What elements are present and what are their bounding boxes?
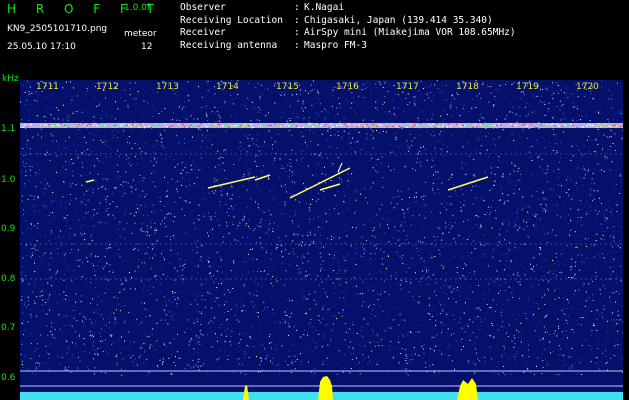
meteor-echo — [289, 167, 351, 199]
info-value: K.Nagai — [304, 2, 345, 13]
activity-peak — [457, 378, 478, 400]
x-tick: 1718 — [456, 82, 479, 92]
info-colon: : — [294, 2, 300, 13]
y-tick: 0.7 — [1, 323, 16, 333]
meteor-echo — [319, 183, 341, 191]
meteor-echo — [447, 176, 489, 191]
x-tick: 1717 — [396, 82, 419, 92]
header-panel: H R O F F T 1.0.0f KN9_2505101710.png me… — [0, 0, 629, 74]
info-key: Receiving Location — [180, 14, 283, 26]
info-value: Maspro FM-3 — [304, 39, 367, 51]
meteor-echo — [337, 162, 343, 173]
frequency-unit-label: kHz — [2, 74, 19, 84]
info-key: Observer — [180, 2, 226, 13]
info-key: Receiver — [180, 27, 226, 39]
x-tick: 1716 — [336, 82, 359, 92]
y-tick: 0.6 — [1, 373, 16, 383]
meteor-count: 12 — [141, 42, 153, 52]
y-tick: 0.8 — [1, 274, 16, 284]
info-row-observer: Observer: K.Nagai — [180, 2, 516, 15]
info-key: Receiving antenna — [180, 39, 278, 51]
observation-info: Observer: K.Nagai Receiving Location: Chig… — [180, 2, 516, 52]
app-version: 1.0.0f — [124, 3, 151, 13]
info-row-location: Receiving Location: Chigasaki, Japan (139… — [180, 15, 516, 28]
x-tick: 1719 — [516, 82, 539, 92]
activity-peak — [318, 376, 333, 400]
info-row-receiver: Receiver: AirSpy mini (Miakejima VOR 108.… — [180, 27, 516, 40]
x-tick: 1713 — [156, 82, 179, 92]
info-colon: : — [294, 27, 300, 39]
info-colon: : — [294, 14, 300, 26]
x-tick: 1715 — [276, 82, 299, 92]
y-tick: 0.9 — [1, 224, 16, 234]
spectrogram — [20, 80, 623, 400]
meteor-echo — [254, 174, 271, 181]
info-value: Chigasaki, Japan (139.414 35.340) — [304, 14, 493, 26]
x-tick: 1714 — [216, 82, 239, 92]
info-colon: : — [294, 39, 300, 51]
y-tick: 1.1 — [1, 124, 16, 134]
file-name: KN9_2505101710.png — [7, 24, 108, 34]
x-tick: 1712 — [96, 82, 119, 92]
info-row-antenna: Receiving antenna: Maspro FM-3 — [180, 40, 516, 53]
meteor-echo — [85, 179, 95, 183]
timestamp: 25.05.10 17:10 — [7, 42, 76, 52]
spectrogram-canvas — [20, 80, 623, 400]
info-value: AirSpy mini (Miakejima VOR 108.65MHz) — [304, 27, 516, 39]
meteor-label: meteor — [124, 29, 157, 39]
x-tick: 1711 — [36, 82, 59, 92]
y-tick: 1.0 — [1, 175, 16, 185]
x-tick: 1720 — [576, 82, 599, 92]
